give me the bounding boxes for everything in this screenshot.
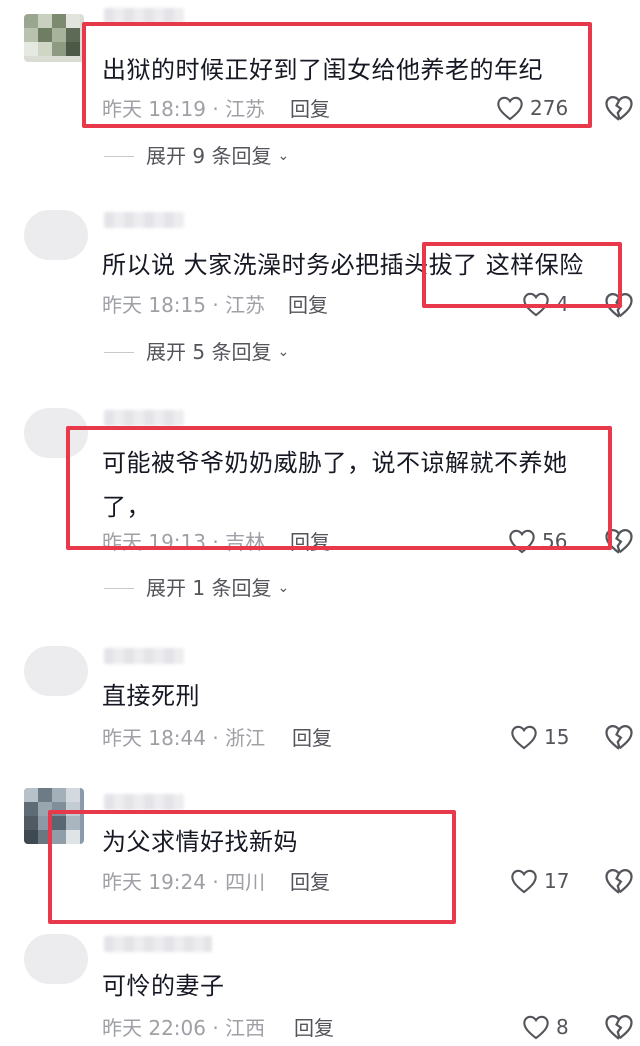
username-blurred[interactable] [104,794,184,810]
comment-text-line2: 了， [102,493,151,521]
heart-outline-icon [511,725,537,750]
avatar[interactable] [24,210,88,260]
comment-meta: 昨天 18:44 · 浙江 [102,726,266,750]
like-button[interactable]: 8 [522,1014,569,1040]
divider-line [104,155,134,157]
broken-heart-icon[interactable] [604,723,634,751]
avatar[interactable] [24,934,88,984]
avatar[interactable] [24,408,88,458]
broken-heart-icon[interactable] [604,867,634,895]
heart-outline-icon [511,869,537,894]
comment-text: 为父求情好找新妈 [102,828,298,856]
comment-meta: 昨天 19:13 · 吉林 [102,530,266,554]
comment-text: 可怜的妻子 [102,972,225,1000]
comment-text: 所以说 大家洗澡时务必把插头拔了 这样保险 [102,251,584,279]
broken-heart-icon[interactable] [604,527,634,555]
comment-text: 直接死刑 [102,682,200,710]
like-button[interactable]: 56 [508,528,567,554]
divider-line [104,351,134,353]
like-count: 8 [556,1015,569,1039]
heart-outline-icon [523,292,549,317]
heart-outline-icon [523,1015,549,1040]
expand-replies-button[interactable]: 展开 9 条回复 ⌄ [104,144,289,168]
username-blurred[interactable] [104,410,184,426]
expand-label: 展开 5 条回复 [146,340,272,364]
username-blurred[interactable] [104,936,212,952]
like-count: 276 [530,96,569,120]
comment-text: 出狱的时候正好到了闺女给他养老的年纪 [102,56,543,84]
like-count: 17 [544,869,570,893]
like-button[interactable]: 17 [510,868,569,894]
heart-outline-icon [497,96,523,121]
like-button[interactable]: 276 [496,95,568,121]
comment-text-line1: 可能被爷爷奶奶威胁了，说不谅解就不养她 [102,449,568,477]
heart-outline-icon [509,529,535,554]
like-count: 56 [542,529,568,553]
expand-label: 展开 9 条回复 [146,144,272,168]
comment-meta: 昨天 22:06 · 江西 [102,1016,266,1040]
expand-label: 展开 1 条回复 [146,576,272,600]
broken-heart-icon[interactable] [604,291,634,319]
chevron-down-icon: ⌄ [277,580,290,596]
comment-meta: 昨天 18:19 · 江苏 [102,97,266,121]
reply-button[interactable]: 回复 [292,726,332,750]
chevron-down-icon: ⌄ [277,148,290,164]
avatar[interactable] [24,646,88,696]
comment-meta: 昨天 19:24 · 四川 [102,870,266,894]
like-count: 4 [556,292,569,316]
expand-replies-button[interactable]: 展开 1 条回复 ⌄ [104,576,289,600]
reply-button[interactable]: 回复 [290,530,330,554]
like-button[interactable]: 15 [510,724,569,750]
chevron-down-icon: ⌄ [277,344,290,360]
reply-button[interactable]: 回复 [294,1016,334,1040]
like-button[interactable]: 4 [522,291,569,317]
avatar[interactable] [24,788,84,844]
username-blurred[interactable] [104,8,184,24]
reply-button[interactable]: 回复 [290,870,330,894]
avatar[interactable] [24,14,84,62]
expand-replies-button[interactable]: 展开 5 条回复 ⌄ [104,340,289,364]
username-blurred[interactable] [104,212,184,228]
reply-button[interactable]: 回复 [290,97,330,121]
divider-line [104,587,134,589]
username-blurred[interactable] [104,648,184,664]
broken-heart-icon[interactable] [604,1013,634,1041]
like-count: 15 [544,725,570,749]
broken-heart-icon[interactable] [604,94,634,122]
comment-meta: 昨天 18:15 · 江苏 [102,293,266,317]
reply-button[interactable]: 回复 [288,293,328,317]
